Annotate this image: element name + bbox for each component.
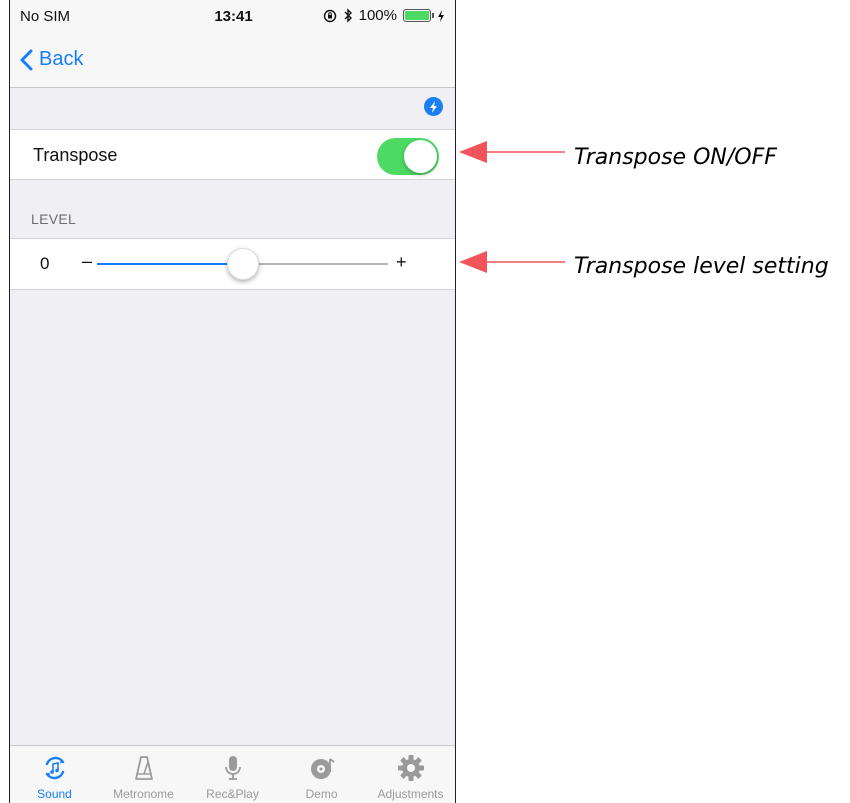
status-indicators: 100% [323,7,445,24]
toggle-annotation-arrow [459,141,565,163]
level-value: 0 [40,254,50,273]
slider-thumb[interactable] [226,248,259,280]
battery-percent: 100% [358,7,397,24]
transpose-label: Transpose [33,145,118,165]
back-button[interactable]: Back [20,48,83,71]
sound-icon [45,756,64,780]
slider-fill [97,263,243,265]
toggle-knob [404,140,437,173]
microphone-icon [224,756,241,780]
tab-label-demo: Demo [305,787,338,801]
connection-bolt-icon [430,100,437,113]
demo-disc-icon [310,758,335,779]
battery-level [405,11,429,20]
level-annotation-arrow [459,251,565,273]
navigation-bar: Back [10,34,455,88]
tab-adjustments[interactable]: Adjustments [366,746,455,803]
phone-screen: No SIM 13:41 100% Back Transpose LEVEL 0… [9,0,456,803]
metronome-icon [134,756,153,780]
tab-sound[interactable]: Sound [10,746,99,803]
battery-icon [403,9,434,22]
tab-label-metronome: Metronome [113,787,174,801]
bluetooth-icon [344,8,352,23]
level-row: 0 – + [10,238,455,290]
tab-label-adjustments: Adjustments [377,787,444,801]
transpose-toggle-annotation: Transpose ON/OFF [574,145,777,170]
status-bar: No SIM 13:41 100% [10,0,455,34]
slider-plus-label: + [396,252,407,272]
tab-demo[interactable]: Demo [277,746,366,803]
level-slider[interactable] [97,248,388,280]
tab-bar: Sound Metronome Rec&Play Demo Adjustment… [10,745,455,803]
chevron-left-icon [20,49,33,70]
transpose-level-annotation: Transpose level setting [574,254,829,279]
transpose-toggle[interactable] [377,138,439,175]
orientation-lock-icon [323,9,336,22]
tab-rec-play[interactable]: Rec&Play [188,746,277,803]
tab-metronome[interactable]: Metronome [99,746,188,803]
bluetooth-connection-badge[interactable] [424,97,443,116]
slider-minus-label: – [82,251,93,271]
gear-icon [397,755,424,781]
back-label: Back [39,48,84,70]
tab-label-rec-play: Rec&Play [206,787,259,801]
level-section-header: LEVEL [31,211,77,227]
tab-label-sound: Sound [37,787,72,801]
charging-bolt-icon [438,9,444,22]
transpose-row: Transpose [10,129,455,180]
